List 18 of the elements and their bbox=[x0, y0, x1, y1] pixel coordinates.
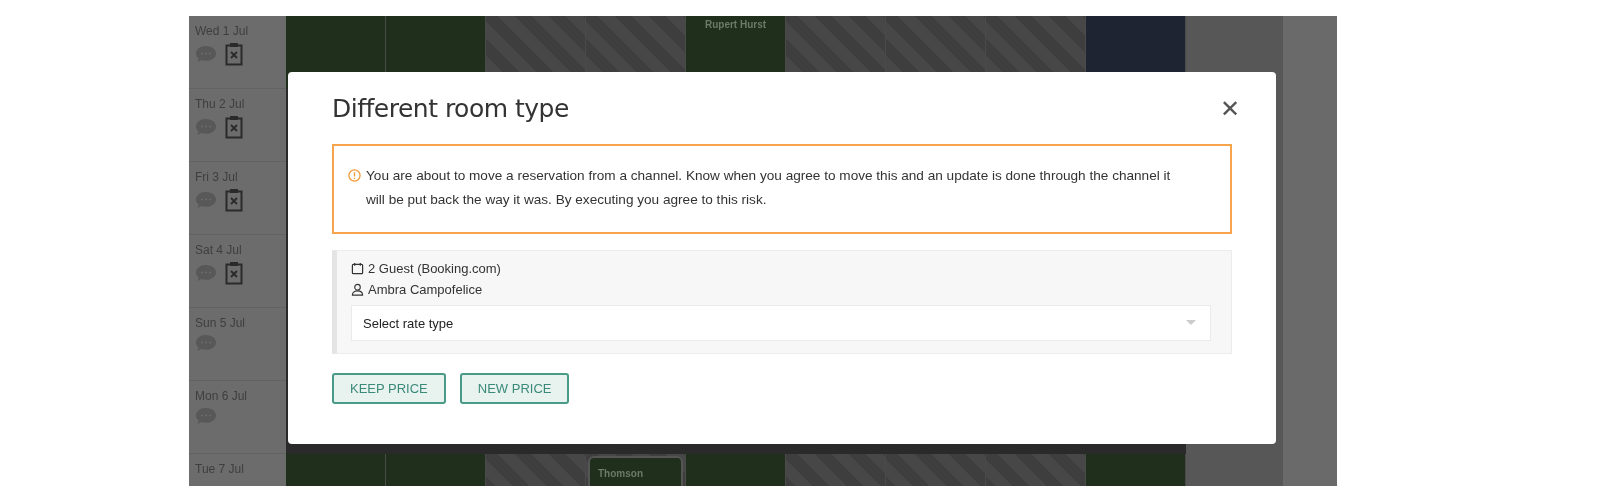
price-button[interactable]: NEW PRICE bbox=[459, 373, 570, 404]
caret-icon bbox=[1186, 320, 1196, 326]
warning-text: You are about to move a reservation from a channel. Know when you agree to move this and an update is done through the channel it will be put back the way it was. By executing you agree to this risk. bbox=[366, 167, 1172, 209]
price-button[interactable]: KEEP PRICE bbox=[332, 373, 446, 404]
clipboard-x-icon[interactable] bbox=[225, 261, 243, 285]
rate-select[interactable]: Select rate type bbox=[351, 305, 1211, 341]
reservation-text: 2 Guest (Booking.com) bbox=[368, 261, 501, 276]
clipboard-x-icon[interactable] bbox=[225, 42, 243, 66]
close-button[interactable]: ✕ bbox=[1220, 94, 1240, 123]
user-icon bbox=[351, 283, 364, 296]
guest-name: Thomson bbox=[598, 468, 643, 479]
guest-name: Rupert Hurst bbox=[704, 19, 767, 32]
calendar-icon bbox=[351, 262, 364, 275]
dialog-title: Different room type bbox=[332, 94, 569, 123]
clipboard-x-icon[interactable] bbox=[225, 115, 243, 139]
guest-text: Ambra Campofelice bbox=[368, 282, 483, 297]
clipboard-x-icon[interactable] bbox=[225, 188, 243, 212]
warning-icon bbox=[348, 169, 361, 182]
